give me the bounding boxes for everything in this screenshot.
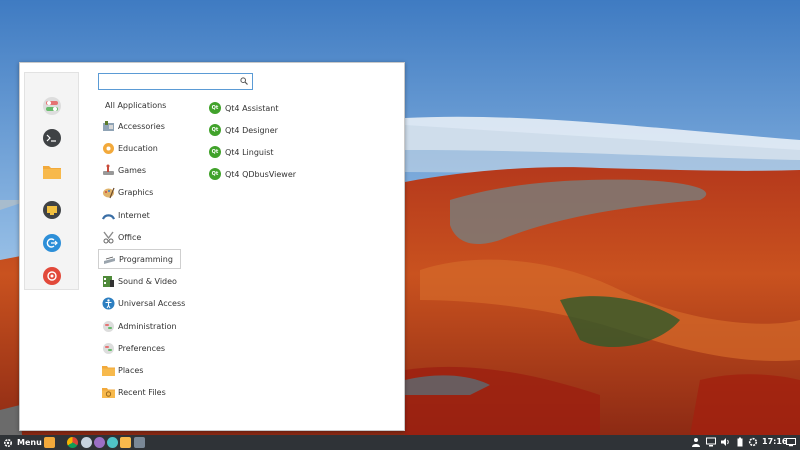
app-icon[interactable]: [94, 437, 105, 448]
qt-icon: Qt: [209, 124, 221, 136]
browser-icon[interactable]: [81, 437, 92, 448]
category-administration[interactable]: Administration: [98, 316, 181, 336]
files-icon[interactable]: [120, 437, 131, 448]
recent-files-icon: [102, 386, 115, 399]
application-menu: All Applications Accessories Education G…: [19, 62, 405, 431]
qt-icon: Qt: [209, 102, 221, 114]
programming-icon: [103, 253, 116, 266]
accessories-icon: [102, 120, 115, 133]
settings-toggle-icon[interactable]: [43, 97, 61, 115]
logout-icon[interactable]: [43, 234, 61, 252]
folder-icon[interactable]: [43, 162, 61, 180]
category-preferences[interactable]: Preferences: [98, 338, 181, 358]
app-qt4-designer[interactable]: Qt Qt4 Designer: [209, 122, 278, 138]
favorites-bar: [24, 72, 79, 290]
search-input[interactable]: [101, 75, 231, 88]
app-qt4-linguist[interactable]: Qt Qt4 Linguist: [209, 144, 274, 160]
network-icon[interactable]: [706, 437, 716, 447]
category-graphics[interactable]: Graphics: [98, 182, 181, 202]
software-icon[interactable]: [107, 437, 118, 448]
shutdown-icon[interactable]: [43, 267, 61, 285]
gear-icon: [3, 438, 13, 447]
app-qt4-assistant[interactable]: Qt Qt4 Assistant: [209, 100, 279, 116]
category-office[interactable]: Office: [98, 227, 181, 247]
category-programming[interactable]: Programming: [98, 249, 181, 269]
category-education[interactable]: Education: [98, 138, 181, 158]
search-box: [98, 73, 253, 90]
chrome-icon[interactable]: [67, 437, 78, 448]
places-folder-icon: [102, 364, 115, 377]
graphics-icon: [102, 186, 115, 199]
games-icon: [102, 164, 115, 177]
category-recent-files[interactable]: Recent Files: [98, 382, 181, 402]
battery-icon[interactable]: [735, 437, 745, 447]
universal-access-icon: [102, 297, 115, 310]
search-icon: [240, 77, 248, 85]
display-icon[interactable]: [786, 437, 796, 447]
internet-icon: [102, 209, 115, 222]
menu-button[interactable]: Menu: [3, 436, 42, 449]
category-games[interactable]: Games: [98, 160, 181, 180]
education-icon: [102, 142, 115, 155]
app-qt4-qdbusviewer[interactable]: Qt Qt4 QDbusViewer: [209, 166, 296, 182]
sound-video-icon: [102, 275, 115, 288]
user-icon[interactable]: [691, 437, 701, 447]
screen-lock-icon[interactable]: [43, 201, 61, 219]
office-icon: [102, 231, 115, 244]
volume-icon[interactable]: [720, 437, 730, 447]
category-sound-video[interactable]: Sound & Video: [98, 271, 181, 291]
category-places[interactable]: Places: [98, 360, 181, 380]
clock[interactable]: 17:16: [762, 437, 787, 446]
preferences-icon: [102, 342, 115, 355]
category-universal-access[interactable]: Universal Access: [98, 293, 185, 313]
home-folder-icon[interactable]: [44, 437, 55, 448]
category-all-applications[interactable]: All Applications: [105, 101, 166, 110]
category-accessories[interactable]: Accessories: [98, 116, 181, 136]
terminal-icon[interactable]: [43, 129, 61, 147]
qt-icon: Qt: [209, 146, 221, 158]
administration-icon: [102, 320, 115, 333]
settings-icon[interactable]: [748, 437, 758, 447]
category-internet[interactable]: Internet: [98, 205, 181, 225]
qt-icon: Qt: [209, 168, 221, 180]
app-icon-2[interactable]: [134, 437, 145, 448]
taskbar: Menu 17:16: [0, 435, 800, 450]
